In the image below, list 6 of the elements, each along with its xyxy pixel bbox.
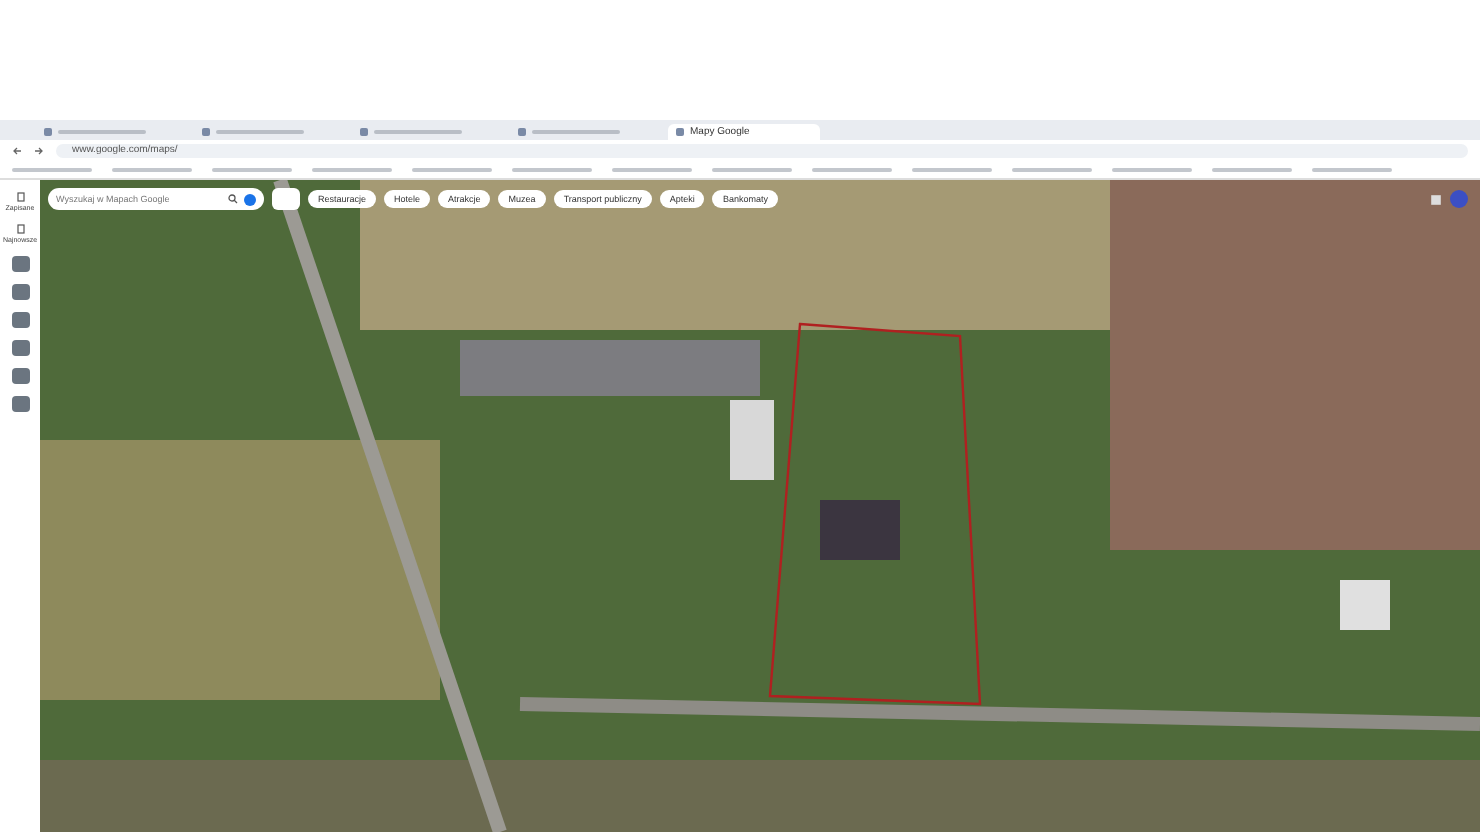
- forward-arrow-icon[interactable]: [34, 145, 44, 155]
- back-arrow-icon[interactable]: [12, 145, 22, 155]
- bookmark-icon: [15, 224, 25, 234]
- search-icon: [228, 194, 238, 204]
- bookmark-icon: [15, 192, 25, 202]
- layers-button[interactable]: [272, 188, 300, 210]
